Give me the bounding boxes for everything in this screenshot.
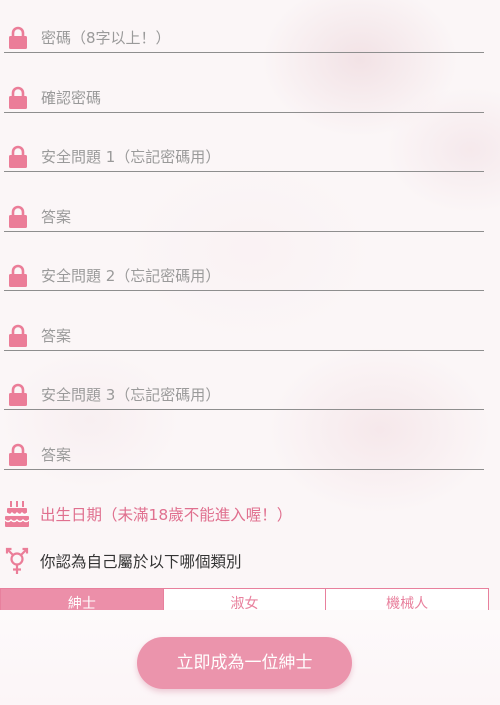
- answer-1-field[interactable]: 答案: [4, 205, 484, 232]
- lock-icon: [9, 26, 27, 49]
- answer-2-placeholder: 答案: [41, 327, 72, 345]
- submit-button[interactable]: 立即成為一位紳士: [137, 637, 352, 689]
- birthday-selector[interactable]: 出生日期（未滿18歲不能進入喔！）: [4, 500, 292, 528]
- security-question-2-placeholder: 安全問題 2（忘記密碼用）: [41, 267, 221, 285]
- gender-option-lady[interactable]: 淑女: [162, 589, 326, 611]
- gender-prompt-row: 你認為自己屬於以下哪個類別: [4, 547, 242, 575]
- confirm-password-field[interactable]: 確認密碼: [4, 86, 484, 113]
- lock-icon: [9, 86, 27, 109]
- password-field[interactable]: 密碼（8字以上！）: [4, 26, 484, 53]
- lock-icon: [9, 324, 27, 347]
- lock-icon: [9, 145, 27, 168]
- gender-selector: 紳士 淑女 機械人: [0, 588, 489, 611]
- answer-1-placeholder: 答案: [41, 208, 72, 226]
- birthday-label: 出生日期（未滿18歲不能進入喔！）: [40, 506, 293, 524]
- lock-icon: [9, 383, 27, 406]
- answer-3-placeholder: 答案: [41, 446, 72, 464]
- gender-prompt: 你認為自己屬於以下哪個類別: [40, 553, 242, 571]
- answer-3-field[interactable]: 答案: [4, 443, 484, 470]
- security-question-3-field[interactable]: 安全問題 3（忘記密碼用）: [4, 383, 484, 410]
- security-question-3-placeholder: 安全問題 3（忘記密碼用）: [41, 386, 221, 404]
- gender-option-robot[interactable]: 機械人: [325, 589, 488, 611]
- security-question-1-placeholder: 安全問題 1（忘記密碼用）: [41, 148, 221, 166]
- lock-icon: [9, 443, 27, 466]
- security-question-1-field[interactable]: 安全問題 1（忘記密碼用）: [4, 145, 484, 172]
- cake-icon: [4, 501, 30, 527]
- security-question-2-field[interactable]: 安全問題 2（忘記密碼用）: [4, 264, 484, 291]
- lock-icon: [9, 205, 27, 228]
- gender-icon: [5, 547, 29, 574]
- gender-option-gentleman[interactable]: 紳士: [1, 589, 163, 611]
- password-placeholder: 密碼（8字以上！）: [41, 29, 171, 47]
- lock-icon: [9, 264, 27, 287]
- answer-2-field[interactable]: 答案: [4, 324, 484, 351]
- confirm-password-placeholder: 確認密碼: [41, 89, 102, 107]
